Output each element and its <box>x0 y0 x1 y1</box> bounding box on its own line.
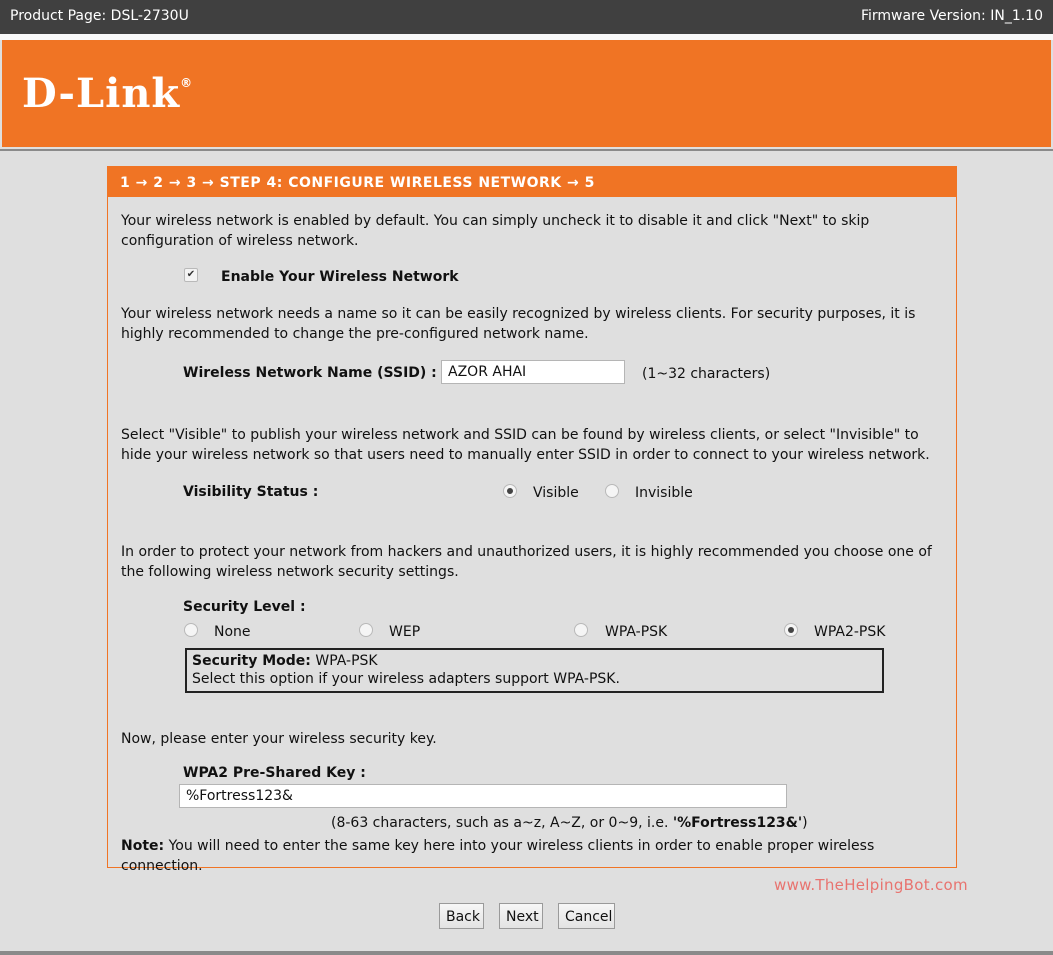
wizard-panel: 1 → 2 → 3 → STEP 4: CONFIGURE WIRELESS N… <box>107 166 957 874</box>
psk-hint-example: '%Fortress123&' <box>672 815 803 831</box>
cancel-button[interactable]: Cancel <box>558 903 615 929</box>
ssid-intro-text: Your wireless network needs a name so it… <box>121 306 916 342</box>
intro-text: Your wireless network is enabled by defa… <box>121 213 870 249</box>
security-wpa2-psk-label: WPA2-PSK <box>814 624 886 640</box>
security-wep-label: WEP <box>389 624 421 640</box>
security-wep-radio[interactable] <box>359 623 373 637</box>
security-intro-text: In order to protect your network from ha… <box>121 544 932 580</box>
security-wpa2-psk-radio[interactable] <box>784 623 798 637</box>
security-none-radio[interactable] <box>184 623 198 637</box>
visible-radio-label: Visible <box>533 485 579 501</box>
brand-banner: D-Link® <box>2 40 1051 147</box>
invisible-radio[interactable] <box>605 484 619 498</box>
security-mode-line: Security Mode: WPA-PSK <box>192 652 378 670</box>
security-mode-value: WPA-PSK <box>315 653 378 669</box>
ssid-hint: (1~32 characters) <box>642 366 771 382</box>
visibility-intro-text: Select "Visible" to publish your wireles… <box>121 427 930 463</box>
psk-hint: (8-63 characters, such as a~z, A~Z, or 0… <box>331 815 808 831</box>
security-level-label: Security Level : <box>183 599 306 615</box>
footer-line <box>0 951 1053 955</box>
note-text: Note: You will need to enter the same ke… <box>121 836 941 876</box>
psk-hint-prefix: (8-63 characters, such as a~z, A~Z, or 0… <box>331 815 673 831</box>
enable-wireless-label: Enable Your Wireless Network <box>221 269 459 285</box>
security-mode-title: Security Mode: <box>192 653 311 669</box>
security-mode-box: Security Mode: WPA-PSK Select this optio… <box>185 648 884 693</box>
note-body: You will need to enter the same key here… <box>121 838 875 874</box>
security-none-label: None <box>214 624 251 640</box>
watermark-text: www.TheHelpingBot.com <box>774 876 968 894</box>
invisible-radio-label: Invisible <box>635 485 693 501</box>
enable-wireless-checkbox[interactable]: ✔ <box>184 268 198 282</box>
dlink-logo: D-Link® <box>22 70 193 117</box>
top-bar: Product Page: DSL-2730U Firmware Version… <box>0 0 1053 34</box>
security-mode-desc: Select this option if your wireless adap… <box>192 671 620 687</box>
note-label: Note: <box>121 838 165 854</box>
key-intro-text: Now, please enter your wireless security… <box>121 731 437 747</box>
banner-divider <box>0 149 1053 151</box>
psk-hint-suffix: ) <box>802 815 808 831</box>
wizard-header: 1 → 2 → 3 → STEP 4: CONFIGURE WIRELESS N… <box>108 167 956 197</box>
visibility-label: Visibility Status : <box>183 484 319 500</box>
security-wpa-psk-label: WPA-PSK <box>605 624 668 640</box>
logo-text: D-Link <box>22 70 181 117</box>
wizard-title: 1 → 2 → 3 → STEP 4: CONFIGURE WIRELESS N… <box>120 175 595 191</box>
firmware-label: Firmware Version: IN_1.10 <box>860 8 1043 24</box>
registered-mark: ® <box>180 76 194 90</box>
next-button[interactable]: Next <box>499 903 543 929</box>
back-button[interactable]: Back <box>439 903 484 929</box>
ssid-input[interactable] <box>441 360 625 384</box>
ssid-label: Wireless Network Name (SSID) : <box>183 365 437 381</box>
product-label: Product Page: DSL-2730U <box>10 8 189 24</box>
psk-label: WPA2 Pre-Shared Key : <box>183 765 366 781</box>
visible-radio[interactable] <box>503 484 517 498</box>
psk-input[interactable] <box>179 784 787 808</box>
security-wpa-psk-radio[interactable] <box>574 623 588 637</box>
